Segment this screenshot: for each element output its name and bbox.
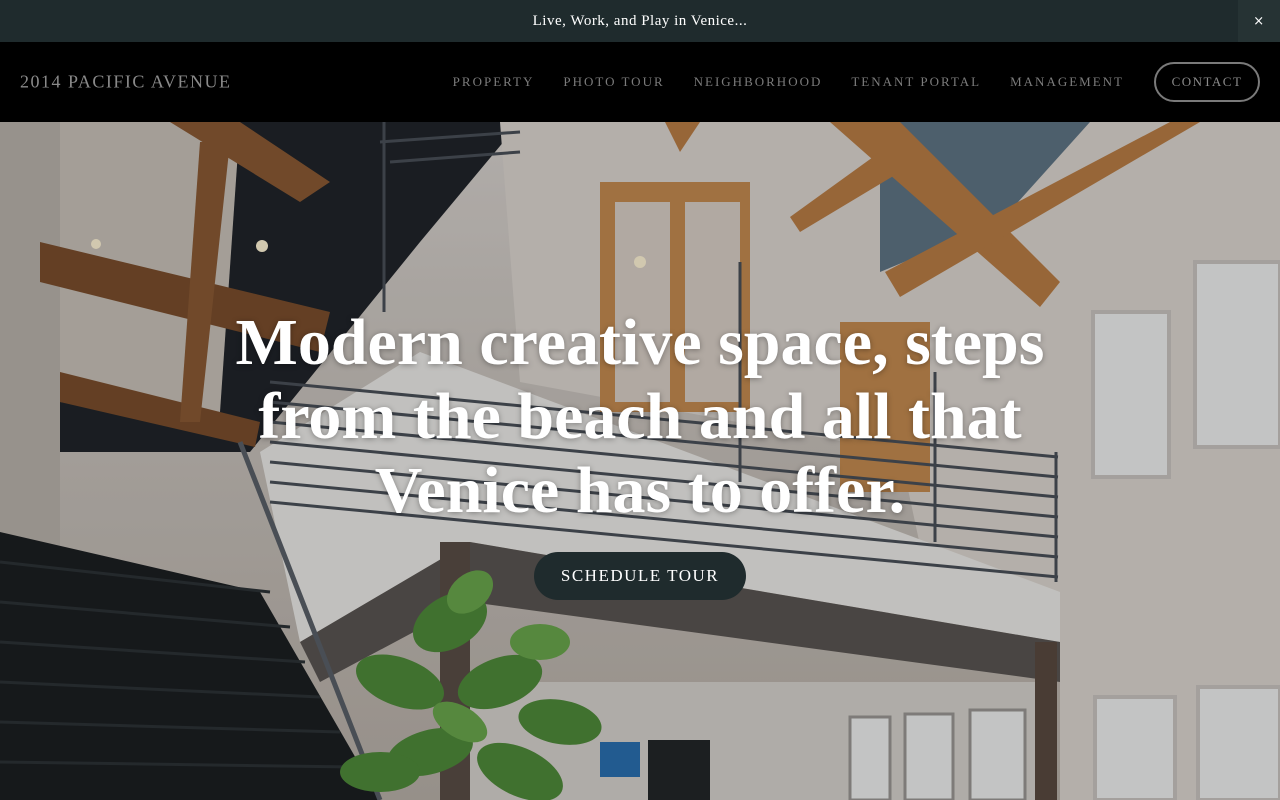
nav-item-tenant-portal[interactable]: TENANT PORTAL: [851, 74, 981, 90]
contact-button[interactable]: CONTACT: [1154, 62, 1260, 102]
hero-headline: Modern creative space, steps from the be…: [235, 306, 1045, 527]
schedule-tour-button[interactable]: SCHEDULE TOUR: [534, 552, 746, 600]
close-announcement-button[interactable]: ×: [1238, 0, 1280, 42]
announcement-text: Live, Work, and Play in Venice...: [532, 12, 748, 29]
nav-item-management[interactable]: MANAGEMENT: [1010, 74, 1124, 90]
site-header: 2014 PACIFIC AVENUE PROPERTY PHOTO TOUR …: [0, 42, 1280, 122]
main-nav: PROPERTY PHOTO TOUR NEIGHBORHOOD TENANT …: [424, 42, 1260, 122]
announcement-bar: Live, Work, and Play in Venice... ×: [0, 0, 1280, 42]
nav-item-photo-tour[interactable]: PHOTO TOUR: [563, 74, 664, 90]
close-icon: ×: [1253, 13, 1265, 29]
site-logo[interactable]: 2014 PACIFIC AVENUE: [20, 72, 232, 93]
nav-item-property[interactable]: PROPERTY: [453, 74, 535, 90]
hero-section: Modern creative space, steps from the be…: [0, 122, 1280, 800]
nav-item-neighborhood[interactable]: NEIGHBORHOOD: [694, 74, 823, 90]
